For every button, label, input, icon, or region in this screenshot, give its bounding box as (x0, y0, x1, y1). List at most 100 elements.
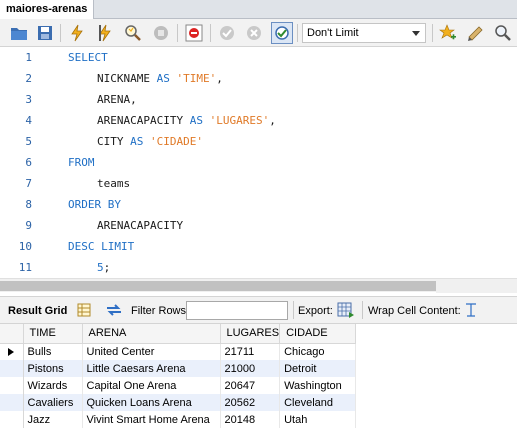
table-cell[interactable]: Vivint Smart Home Arena (82, 411, 221, 428)
wrap-cell-content-label: Wrap Cell Content: (368, 305, 461, 317)
result-toolbar: Result Grid Filter Rows: Export: Wrap Ce… (0, 296, 517, 324)
execute-lightning-icon[interactable] (66, 22, 88, 44)
execute-cursor-lightning-icon[interactable] (94, 22, 116, 44)
limit-select[interactable]: Don't Limit (302, 23, 426, 43)
table-row[interactable]: Cavaliers Quicken Loans Arena 20562 Clev… (0, 394, 357, 411)
grid-view-icon[interactable] (77, 303, 91, 320)
table-cell[interactable]: 20562 (220, 394, 281, 411)
autocommit-icon[interactable] (271, 22, 293, 44)
scrollbar-corner (436, 279, 517, 293)
code-token: ARENACAPACITY (97, 114, 190, 127)
keyword-token: FROM (68, 156, 95, 169)
table-cell[interactable]: Cleveland (279, 394, 357, 411)
table-cell[interactable]: United Center (82, 343, 221, 360)
add-snippet-star-icon[interactable] (437, 22, 459, 44)
code-token: ; (103, 261, 111, 274)
keyword-token: SELECT (68, 51, 108, 64)
tab-maiores-arenas[interactable]: maiores-arenas (0, 0, 95, 19)
table-cell[interactable]: Capital One Arena (82, 377, 221, 394)
code-token: NICKNAME (97, 72, 157, 85)
row-selector[interactable] (0, 360, 24, 377)
column-header[interactable]: ARENA (82, 324, 221, 344)
code-token: , (269, 114, 276, 127)
beautify-brush-icon[interactable] (465, 22, 487, 44)
commit-check-icon[interactable] (216, 22, 238, 44)
open-folder-icon[interactable] (8, 22, 30, 44)
column-header[interactable]: LUGARES (220, 324, 281, 344)
filter-rows-input[interactable] (186, 301, 288, 320)
toolbar-separator (60, 24, 61, 42)
toggle-error-stop-icon[interactable] (183, 22, 205, 44)
line-number: 2 (25, 72, 32, 85)
line-number: 3 (25, 93, 32, 106)
keyword-token: DESC LIMIT (68, 240, 135, 253)
table-row[interactable]: Pistons Little Caesars Arena 21000 Detro… (0, 360, 357, 377)
line-number: 10 (18, 240, 32, 253)
toolbar-separator (293, 301, 294, 319)
table-cell[interactable]: 20647 (220, 377, 281, 394)
sql-editor[interactable]: 1 SELECT 2 NICKNAME AS 'TIME', 3 ARENA, … (0, 47, 517, 278)
scrollbar-thumb[interactable] (0, 281, 436, 291)
table-cell[interactable]: 21000 (220, 360, 281, 377)
line-number: 1 (25, 51, 32, 64)
table-cell[interactable]: Washington (279, 377, 357, 394)
toolbar-separator (177, 24, 178, 42)
table-row[interactable]: Bulls United Center 21711 Chicago (0, 343, 357, 360)
line-number: 8 (25, 198, 32, 211)
table-cell[interactable]: 20148 (220, 411, 281, 428)
save-icon[interactable] (34, 22, 56, 44)
table-cell[interactable]: Quicken Loans Arena (82, 394, 221, 411)
toolbar-separator (297, 24, 298, 42)
wrap-text-icon[interactable] (465, 303, 477, 320)
result-grid[interactable]: TIME ARENA LUGARES CIDADE Bulls United C… (0, 324, 517, 436)
toolbar-separator (362, 301, 363, 319)
code-line: 1 SELECT (0, 47, 517, 68)
table-cell[interactable]: Cavaliers (23, 394, 83, 411)
code-token: ARENACAPACITY (97, 219, 184, 232)
column-header[interactable]: CIDADE (279, 324, 357, 344)
table-header-row: TIME ARENA LUGARES CIDADE (0, 324, 357, 344)
explain-magnifier-icon[interactable] (122, 22, 144, 44)
stop-hand-icon[interactable] (150, 22, 172, 44)
keyword-token: ORDER BY (68, 198, 121, 211)
filter-rows-label: Filter Rows: (131, 305, 190, 317)
string-token: 'CIDADE' (150, 135, 203, 148)
toolbar-separator (210, 24, 211, 42)
table-cell[interactable]: Pistons (23, 360, 83, 377)
export-icon[interactable] (337, 302, 355, 321)
row-selector[interactable] (0, 343, 24, 360)
chevron-down-icon (412, 31, 420, 36)
table-cell[interactable]: 21711 (220, 343, 281, 360)
keyword-token: AS (156, 72, 170, 85)
code-line: 5 CITY AS 'CIDADE' (0, 131, 517, 152)
table-cell[interactable]: Chicago (279, 343, 357, 360)
table-cell[interactable]: Utah (279, 411, 357, 428)
current-row-arrow-icon (8, 347, 15, 356)
line-number: 9 (25, 219, 32, 232)
number-token: 5 (97, 261, 104, 274)
row-selector[interactable] (0, 377, 24, 394)
result-grid-label[interactable]: Result Grid (8, 305, 67, 317)
table-row[interactable]: Wizards Capital One Arena 20647 Washingt… (0, 377, 357, 394)
editor-tab-strip: maiores-arenas (0, 0, 517, 19)
code-line: 11 5; (0, 257, 517, 278)
code-line: 9 ARENACAPACITY (0, 215, 517, 236)
toolbar-separator (432, 24, 433, 42)
rollback-cancel-icon[interactable] (243, 22, 265, 44)
refresh-arrows-icon[interactable] (105, 303, 123, 320)
table-cell[interactable]: Bulls (23, 343, 83, 360)
table-cell[interactable]: Detroit (279, 360, 357, 377)
row-selector[interactable] (0, 411, 24, 428)
export-label: Export: (298, 305, 333, 317)
editor-horizontal-scrollbar[interactable] (0, 278, 517, 293)
table-cell[interactable]: Little Caesars Arena (82, 360, 221, 377)
table-cell[interactable]: Jazz (23, 411, 83, 428)
table-row[interactable]: Jazz Vivint Smart Home Arena 20148 Utah (0, 411, 357, 428)
code-token: , (216, 72, 223, 85)
column-header[interactable]: TIME (23, 324, 83, 344)
row-selector[interactable] (0, 394, 24, 411)
find-magnifier-icon[interactable] (492, 22, 514, 44)
table-cell[interactable]: Wizards (23, 377, 83, 394)
